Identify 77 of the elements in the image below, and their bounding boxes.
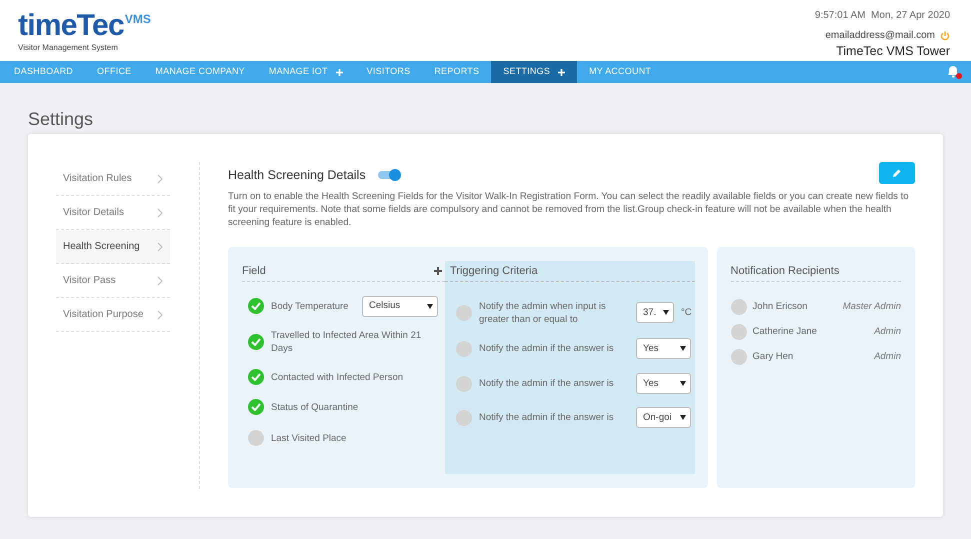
sidebar-item[interactable]: Visitation Purpose (56, 298, 170, 332)
criteria-label: Notify the admin when input is greater than or equal to (479, 300, 607, 326)
caret-icon (680, 415, 686, 420)
checked-checkbox[interactable] (248, 298, 264, 314)
checkmark-icon (251, 338, 261, 346)
dropdown[interactable]: 37. (636, 302, 674, 324)
caret-icon (680, 381, 686, 386)
nav-tab[interactable]: MANAGE IOT (256, 61, 355, 83)
chevron-icon (157, 276, 163, 286)
criteria-label: Notify the admin if the answer is (479, 342, 615, 356)
caret-icon (680, 346, 686, 352)
recipient-role: Admin (874, 325, 901, 340)
nav-tab[interactable]: DASHBOARD (2, 61, 86, 83)
checkbox[interactable] (730, 349, 747, 366)
chevron-icon (157, 310, 163, 320)
field-label: Travelled to Infected Area Within 21 Days (271, 328, 422, 355)
pencil-icon (892, 168, 902, 178)
checkbox[interactable] (456, 304, 472, 321)
checkbox[interactable] (456, 340, 472, 357)
checkmark-icon (251, 373, 261, 382)
checked-checkbox[interactable] (248, 369, 264, 386)
edit-button[interactable] (879, 162, 915, 184)
criteria-label: Notify the admin if the answer is (479, 377, 615, 390)
chevron-icon (157, 174, 163, 184)
recipient-name: John Ericson (752, 300, 808, 314)
logo-subtitle: Visitor Management System (18, 42, 119, 54)
logo-suffix-text: VMS (124, 11, 151, 28)
chevron-icon (157, 208, 163, 218)
section-description: Turn on to enable the Health Screening Fields for the Visitor Walk-In Registration Form. You can select the readily available fields or you can create new fields to fit your requirements. Note that some fields are compulsory and cannot be removed from the list.Group check-in feature will not be available when the health screening feature is enabled. (228, 190, 910, 229)
notification-bell-icon[interactable] (945, 64, 963, 80)
date-time: 9:57:01 AM Mon, 27 Apr 2020 (814, 9, 950, 23)
sidebar-item[interactable]: Health Screening (56, 230, 170, 264)
dropdown[interactable]: On-goi (636, 407, 691, 428)
nav-tab[interactable]: REPORTS (422, 61, 492, 83)
recipient-name: Catherine Jane (752, 325, 818, 340)
nav-tab[interactable]: OFFICE (85, 61, 144, 83)
column-header: Notification Recipients (730, 264, 840, 278)
field-label: Contacted with Infected Person (271, 370, 404, 384)
site-name: TimeTec VMS Tower (836, 43, 950, 59)
field-label: Body Temperature (271, 300, 350, 313)
field-label: Last Visited Place (271, 432, 348, 445)
checked-checkbox[interactable] (248, 399, 264, 416)
chevron-icon (157, 242, 163, 252)
recipient-name: Gary Hen (752, 350, 794, 364)
criteria-label: Notify the admin if the answer is (479, 411, 615, 424)
logo-text: timeTec (18, 8, 124, 44)
sidebar-item[interactable]: Visitation Rules (56, 162, 170, 196)
dropdown[interactable]: Celsius (362, 296, 438, 317)
checkbox[interactable] (456, 376, 472, 392)
checked-checkbox[interactable] (248, 334, 264, 350)
section-title: Health Screening Details (228, 167, 366, 184)
checkbox[interactable] (730, 324, 747, 340)
nav-tab[interactable]: MY ACCOUNT (577, 61, 664, 83)
dropdown[interactable]: Yes (636, 373, 691, 394)
dropdown[interactable]: Yes (636, 338, 691, 360)
checkbox[interactable] (248, 430, 264, 446)
caret-icon (427, 304, 433, 309)
recipient-role: Master Admin (842, 300, 901, 314)
unit-label: °C (681, 306, 692, 320)
column-header: Field (242, 264, 266, 278)
page-title: Settings (28, 108, 94, 131)
nav-tab[interactable]: MANAGE COMPANY (143, 61, 257, 83)
enable-toggle[interactable] (378, 171, 398, 180)
caret-icon (663, 310, 669, 316)
column-header: Triggering Criteria (450, 264, 538, 278)
user-email: emailaddress@mail.com (825, 29, 935, 43)
add-field-icon[interactable] (434, 266, 442, 275)
sidebar-item[interactable]: Visitor Pass (56, 264, 170, 298)
checkmark-icon (251, 302, 261, 310)
field-label: Status of Quarantine (271, 400, 360, 414)
checkbox[interactable] (456, 410, 472, 426)
checkbox[interactable] (730, 299, 747, 316)
nav-tab[interactable]: SETTINGS (491, 61, 578, 83)
power-icon[interactable] (940, 30, 950, 40)
recipient-role: Admin (874, 350, 901, 364)
checkmark-icon (251, 403, 261, 412)
nav-tab[interactable]: VISITORS (354, 61, 422, 83)
